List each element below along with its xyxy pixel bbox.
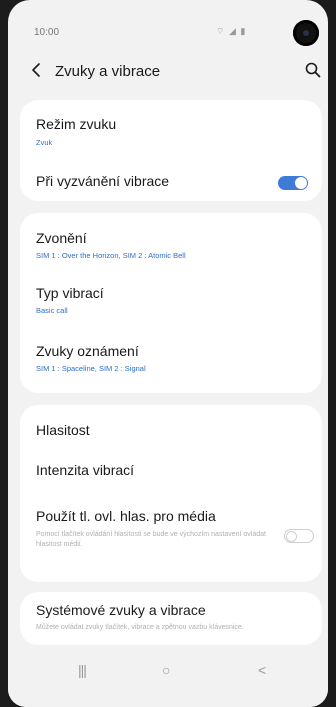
vibrate-when-ringing-title: Při vyzvánění vibrace bbox=[36, 173, 170, 189]
media-volume-keys-toggle[interactable] bbox=[284, 529, 314, 543]
sound-mode-card: Režim zvuku Zvuk Při vyzvánění vibrace bbox=[20, 100, 322, 201]
home-icon[interactable]: ○ bbox=[162, 662, 170, 678]
toggle-knob bbox=[295, 177, 307, 189]
phone-screen: 10:00 ⌔ ◢ ▮ Zvuky a vibrace Režim zvuku … bbox=[8, 0, 328, 707]
system-sounds-title: Systémové zvuky a vibrace bbox=[36, 602, 206, 618]
front-camera bbox=[293, 20, 319, 46]
media-volume-keys-description: Pomocí tlačítek ovládání hlasitosti se b… bbox=[36, 531, 266, 548]
recent-apps-icon[interactable]: ||| bbox=[78, 662, 87, 678]
media-volume-keys-title: Použít tl. ovl. hlas. pro média bbox=[36, 508, 216, 524]
system-sounds-description: Můžete ovládat zvuky tlačítek, vibrace a… bbox=[36, 624, 244, 631]
volume-title: Hlasitost bbox=[36, 422, 90, 438]
notification-sounds-title: Zvuky oznámení bbox=[36, 343, 139, 359]
notification-sounds-item[interactable]: Zvuky oznámení SIM 1 : Spaceline, SIM 2 … bbox=[20, 329, 322, 393]
page-title: Zvuky a vibrace bbox=[55, 63, 161, 80]
volume-item[interactable]: Hlasitost bbox=[20, 405, 322, 445]
status-icons: ⌔ ◢ ▮ bbox=[216, 26, 247, 36]
back-icon[interactable]: < bbox=[258, 662, 266, 678]
ringtone-title: Zvonění bbox=[36, 230, 87, 246]
sound-mode-item[interactable]: Režim zvuku Zvuk bbox=[20, 100, 322, 158]
status-time: 10:00 bbox=[34, 27, 60, 38]
toggle-knob bbox=[286, 531, 297, 542]
vibration-intensity-title: Intenzita vibrací bbox=[36, 462, 135, 478]
sound-mode-value: Zvuk bbox=[36, 138, 53, 147]
ringtone-card: Zvonění SIM 1 : Over the Horizon, SIM 2 … bbox=[20, 213, 322, 393]
vibration-pattern-item[interactable]: Typ vibrací Basic call bbox=[20, 271, 322, 329]
vibration-pattern-value: Basic call bbox=[36, 306, 68, 315]
sound-mode-title: Režim zvuku bbox=[36, 116, 117, 132]
back-arrow-icon[interactable] bbox=[28, 61, 46, 79]
notification-sounds-value: SIM 1 : Spaceline, SIM 2 : Signal bbox=[36, 364, 146, 373]
vibrate-when-ringing-item[interactable]: Při vyzvánění vibrace bbox=[20, 158, 322, 201]
ringtone-item[interactable]: Zvonění SIM 1 : Over the Horizon, SIM 2 … bbox=[20, 213, 322, 271]
vibration-intensity-item[interactable]: Intenzita vibrací bbox=[20, 445, 322, 497]
vibrate-when-ringing-toggle[interactable] bbox=[278, 176, 308, 190]
navigation-bar: ||| ○ < bbox=[8, 652, 328, 707]
volume-card: Hlasitost Intenzita vibrací Použít tl. o… bbox=[20, 405, 322, 582]
ringtone-value: SIM 1 : Over the Horizon, SIM 2 : Atomic… bbox=[36, 251, 186, 260]
search-icon[interactable] bbox=[304, 61, 322, 79]
system-sounds-card: Systémové zvuky a vibrace Můžete ovládat… bbox=[20, 592, 322, 645]
media-volume-keys-item[interactable]: Použít tl. ovl. hlas. pro média Pomocí t… bbox=[20, 497, 322, 582]
app-header: Zvuky a vibrace bbox=[8, 52, 328, 90]
vibration-pattern-title: Typ vibrací bbox=[36, 285, 104, 301]
system-sounds-item[interactable]: Systémové zvuky a vibrace Můžete ovládat… bbox=[20, 592, 322, 645]
status-bar: 10:00 ⌔ ◢ ▮ bbox=[8, 0, 328, 46]
